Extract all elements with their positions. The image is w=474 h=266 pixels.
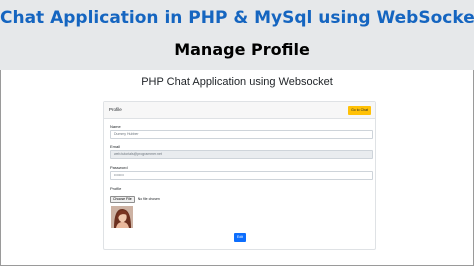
choose-file-button[interactable]: Choose File bbox=[110, 195, 135, 203]
avatar-photo-icon bbox=[111, 206, 133, 228]
card-title: Profile bbox=[109, 107, 122, 112]
name-field[interactable]: Dummy Hubber bbox=[110, 130, 373, 139]
banner-subtitle: Manage Profile bbox=[174, 40, 310, 59]
email-field: web.tutorials@programmer.net bbox=[110, 150, 373, 159]
file-status-text: No file chosen bbox=[137, 197, 160, 201]
edit-button[interactable]: Edit bbox=[234, 233, 246, 242]
go-to-chat-button[interactable]: Go to Chat bbox=[348, 106, 371, 115]
card-header: Profile Go to Chat bbox=[104, 102, 375, 119]
profile-label: Profile bbox=[110, 186, 122, 191]
video-banner: Chat Application in PHP & MySql using We… bbox=[0, 0, 474, 70]
avatar bbox=[111, 206, 133, 228]
page-title: PHP Chat Application using Websocket bbox=[141, 76, 333, 88]
profile-card: Profile Go to Chat Name Dummy Hubber Ema… bbox=[103, 101, 376, 250]
password-label: Password bbox=[110, 165, 128, 170]
profile-file-input: Choose File No file chosen bbox=[110, 195, 160, 203]
password-field[interactable]: •••••••• bbox=[110, 171, 373, 180]
name-label: Name bbox=[110, 124, 121, 129]
banner-title: Chat Application in PHP & MySql using We… bbox=[0, 8, 474, 28]
email-label: Email bbox=[110, 144, 121, 149]
